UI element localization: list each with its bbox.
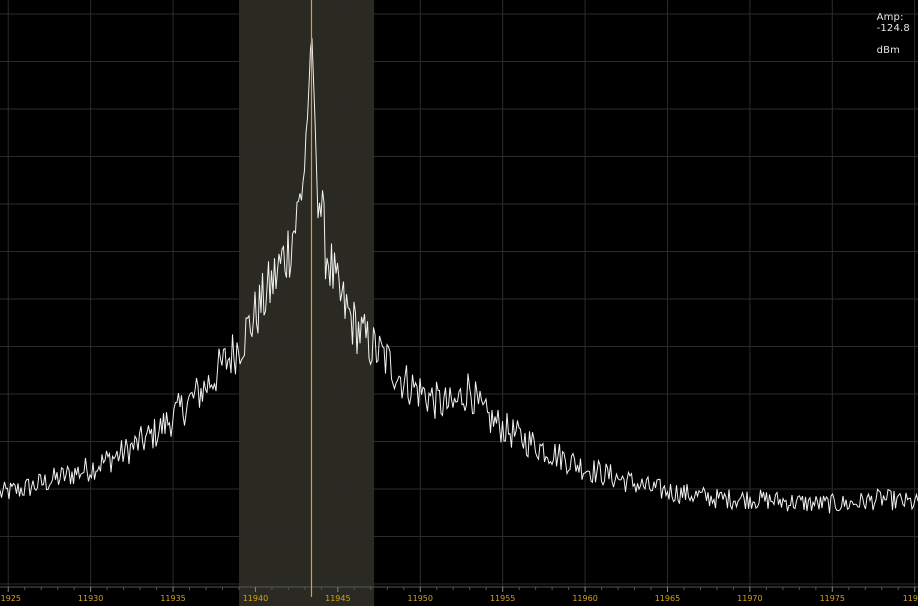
freq-tick-label: 11935 <box>160 594 185 603</box>
amplitude-readout: Amp: -124.8 dBm <box>870 1 910 56</box>
freq-tick-label: 11965 <box>655 594 680 603</box>
freq-tick-label: 11945 <box>325 594 350 603</box>
spectrum-display[interactable]: 11925 11930 11935 11940 11945 11950 11955 11960… <box>0 0 918 606</box>
plot-background <box>0 0 918 606</box>
freq-tick-label: 11930 <box>78 594 103 603</box>
freq-tick-label: 11925 <box>0 594 21 603</box>
freq-tick-label: 11975 <box>820 594 845 603</box>
amp-value: -124.8 <box>876 23 910 34</box>
amp-label: Amp: <box>876 12 904 23</box>
freq-tick-label: 11950 <box>408 594 433 603</box>
freq-tick-label: 11955 <box>490 594 515 603</box>
amp-unit: dBm <box>876 45 901 56</box>
freq-tick-label: 119 <box>903 594 918 603</box>
freq-tick-label: 11970 <box>737 594 762 603</box>
freq-tick-label: 11940 <box>243 594 268 603</box>
freq-tick-label: 11960 <box>572 594 597 603</box>
